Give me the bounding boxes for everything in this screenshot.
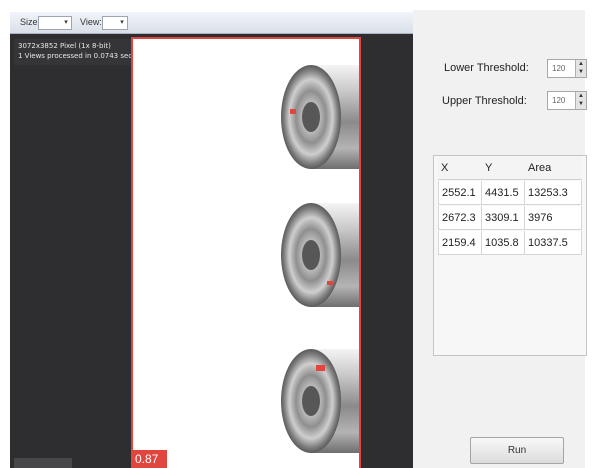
control-panel: Lower Threshold: 120 ▲ ▼ Upper Threshold…: [413, 0, 598, 468]
run-button[interactable]: Run: [470, 437, 564, 464]
cell-y: 3309.1: [482, 206, 525, 230]
cell-y: 4431.5: [482, 181, 525, 205]
lower-threshold-label: Lower Threshold:: [444, 62, 529, 74]
size-label: Size:: [20, 17, 41, 27]
cell-x: 2672.3: [438, 206, 482, 230]
table-row[interactable]: 2552.1 4431.5 13253.3: [434, 181, 582, 205]
viewer-toolbar: Size: ▾ View: ▾: [10, 12, 413, 34]
chevron-down-icon[interactable]: ▼: [576, 100, 586, 108]
size-dropdown[interactable]: ▾: [38, 16, 72, 30]
table-row[interactable]: 2159.4 1035.8 10337.5: [434, 231, 582, 255]
score-badge: 0.87: [131, 450, 167, 468]
chevron-up-icon[interactable]: ▲: [576, 92, 586, 100]
cell-area: 3976: [525, 206, 582, 230]
column-header-area[interactable]: Area: [525, 156, 582, 180]
upper-threshold-stepper[interactable]: ▲ ▼: [575, 92, 586, 109]
image-viewer: Size: ▾ View: ▾ 3072x3852 Pixel (1x 8-bi…: [10, 12, 413, 468]
cell-y: 1035.8: [482, 231, 525, 255]
results-table: X Y Area 2552.1 4431.5 13253.3 2672.3 33…: [433, 155, 587, 356]
inspection-image[interactable]: [131, 37, 361, 468]
cell-x: 2552.1: [438, 181, 482, 205]
cell-area: 13253.3: [525, 181, 582, 205]
cylinder-part-2: [281, 203, 359, 307]
cell-x: 2159.4: [438, 231, 482, 255]
cell-area: 10337.5: [525, 231, 582, 255]
processing-time-info: 1 Views processed in 0.0743 seconds: [18, 52, 149, 60]
cylinder-part-3: [281, 349, 359, 453]
chevron-down-icon: ▾: [64, 19, 68, 26]
results-table-header: X Y Area: [434, 156, 582, 180]
upper-threshold-value: 120: [552, 96, 566, 105]
column-header-y[interactable]: Y: [482, 156, 525, 180]
defect-marker: [327, 281, 333, 285]
image-size-info: 3072x3852 Pixel (1x 8-bit): [18, 42, 111, 50]
viewer-status-strip: [14, 458, 72, 468]
column-header-x[interactable]: X: [438, 156, 482, 180]
chevron-down-icon[interactable]: ▼: [576, 68, 586, 76]
view-label: View:: [80, 17, 102, 27]
defect-marker: [316, 365, 325, 371]
upper-threshold-label: Upper Threshold:: [442, 95, 527, 107]
cylinder-part-1: [281, 65, 359, 169]
view-dropdown[interactable]: ▾: [102, 16, 128, 30]
lower-threshold-stepper[interactable]: ▲ ▼: [575, 60, 586, 77]
upper-threshold-spinbox[interactable]: 120 ▲ ▼: [547, 91, 587, 110]
chevron-down-icon: ▾: [120, 19, 124, 26]
lower-threshold-spinbox[interactable]: 120 ▲ ▼: [547, 59, 587, 78]
cylinder-parts-image: [281, 65, 359, 453]
defect-marker: [290, 109, 296, 114]
table-row[interactable]: 2672.3 3309.1 3976: [434, 206, 582, 230]
chevron-up-icon[interactable]: ▲: [576, 60, 586, 68]
lower-threshold-value: 120: [552, 64, 566, 73]
